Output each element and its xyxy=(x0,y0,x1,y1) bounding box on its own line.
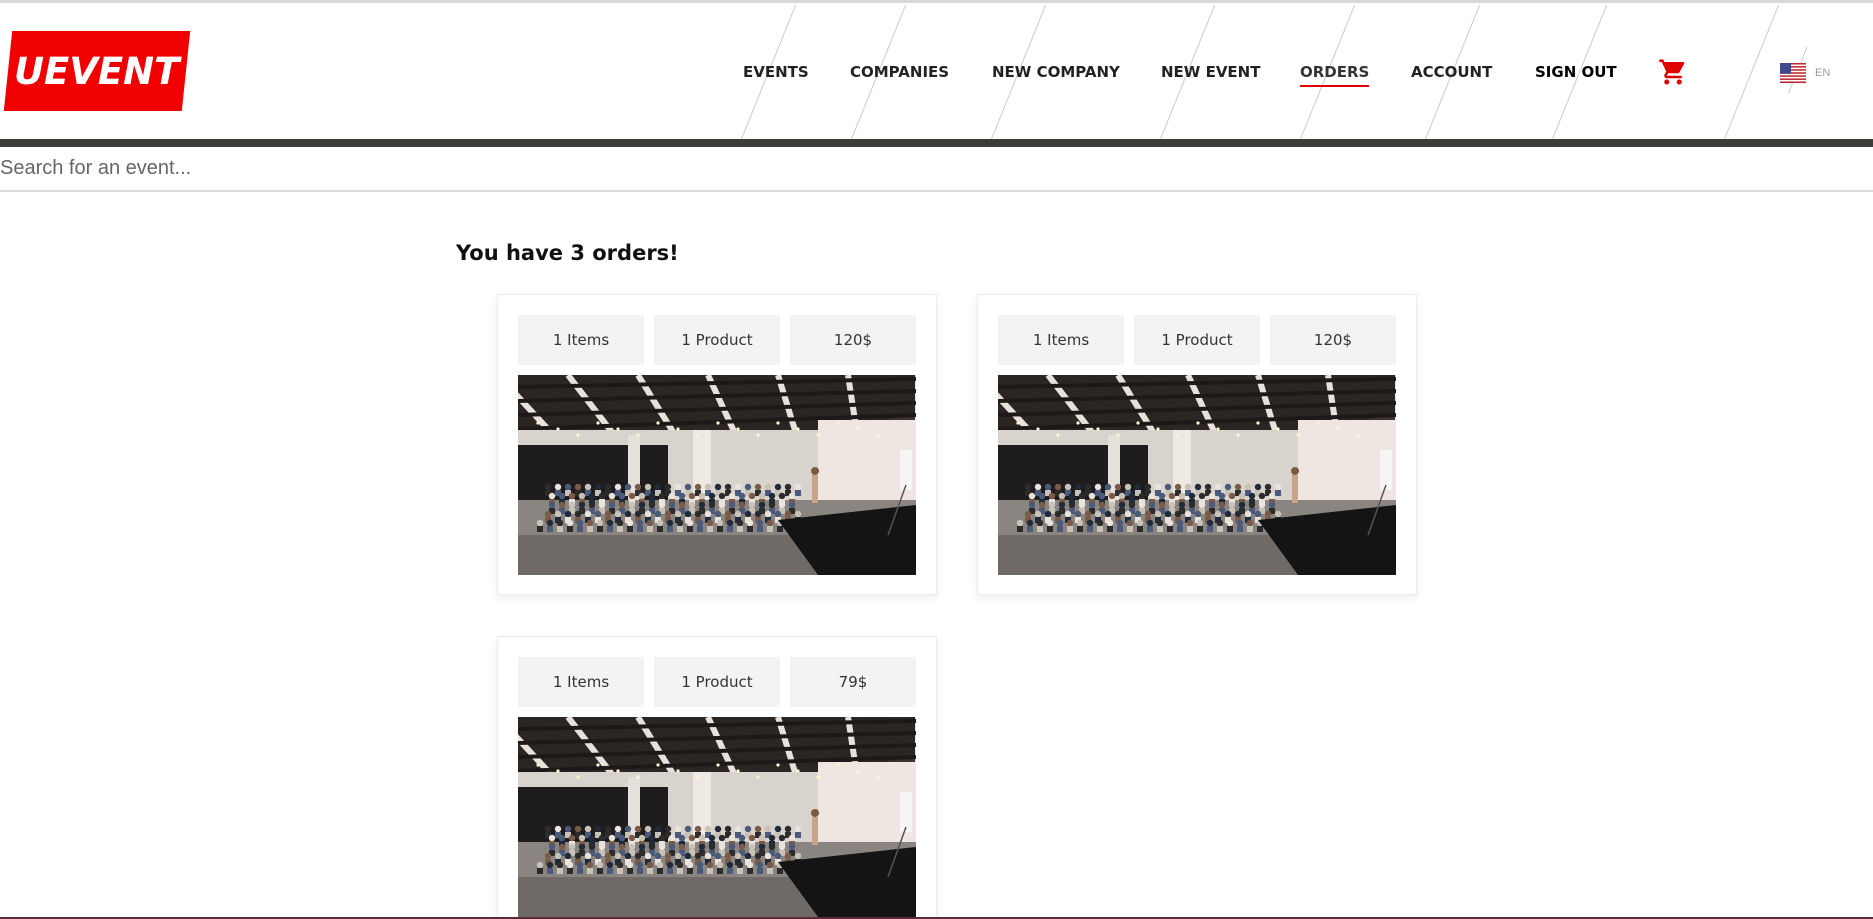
order-products-count: 1 Product xyxy=(654,315,780,365)
order-products-count: 1 Product xyxy=(1134,315,1260,365)
order-stats: 1 Items 1 Product 79$ xyxy=(518,657,916,707)
event-photo xyxy=(518,717,916,917)
language-label: EN xyxy=(1815,67,1831,79)
order-stats: 1 Items 1 Product 120$ xyxy=(998,315,1396,365)
cart-icon[interactable] xyxy=(1658,57,1688,87)
order-products-count: 1 Product xyxy=(654,657,780,707)
order-items-count: 1 Items xyxy=(518,315,644,365)
event-photo xyxy=(998,375,1396,575)
order-items-count: 1 Items xyxy=(998,315,1124,365)
orders-heading: You have 3 orders! xyxy=(456,241,679,265)
order-card[interactable]: 1 Items 1 Product 120$ xyxy=(497,294,937,595)
language-selector[interactable]: EN xyxy=(1780,63,1830,83)
order-total: 120$ xyxy=(790,315,916,365)
logo[interactable]: UEVENT xyxy=(3,31,191,111)
nav-account[interactable]: ACCOUNT xyxy=(1411,63,1492,81)
order-total: 79$ xyxy=(790,657,916,707)
order-card[interactable]: 1 Items 1 Product 79$ xyxy=(497,636,937,919)
nav-sign-out[interactable]: SIGN OUT xyxy=(1535,63,1617,81)
logo-text: UEVENT xyxy=(14,49,180,93)
order-stats: 1 Items 1 Product 120$ xyxy=(518,315,916,365)
nav-new-event[interactable]: NEW EVENT xyxy=(1161,63,1260,81)
order-total: 120$ xyxy=(1270,315,1396,365)
nav-events[interactable]: EVENTS xyxy=(743,63,809,81)
us-flag-icon xyxy=(1780,63,1806,83)
search-input[interactable] xyxy=(0,147,1873,192)
nav-separator xyxy=(1724,5,1780,139)
order-items-count: 1 Items xyxy=(518,657,644,707)
event-photo xyxy=(518,375,916,575)
nav-companies[interactable]: COMPANIES xyxy=(850,63,949,81)
nav-new-company[interactable]: NEW COMPANY xyxy=(992,63,1120,81)
nav-orders[interactable]: ORDERS xyxy=(1300,63,1370,87)
site-header: UEVENT EVENTS COMPANIES NEW COMPANY NEW … xyxy=(0,3,1873,139)
order-card[interactable]: 1 Items 1 Product 120$ xyxy=(977,294,1417,595)
header-divider xyxy=(0,139,1873,147)
